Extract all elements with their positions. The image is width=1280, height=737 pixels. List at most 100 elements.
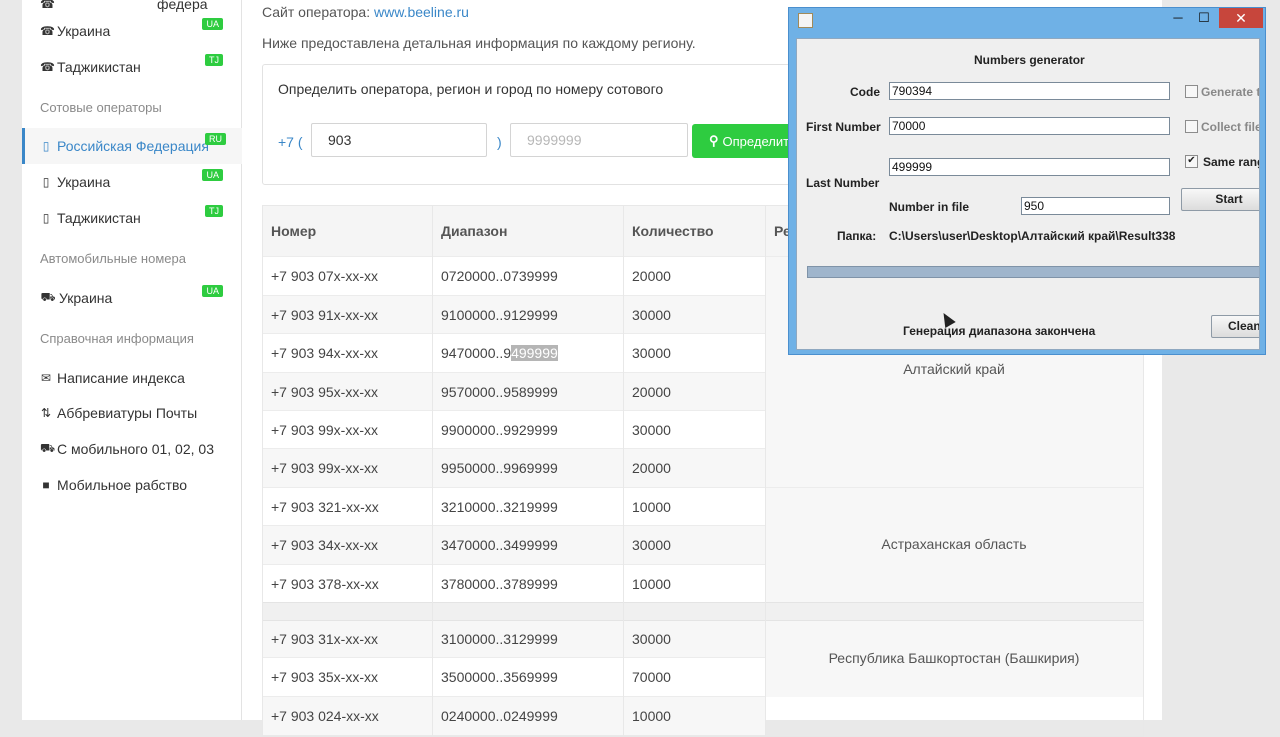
- table-row: +7 903 024-xx-xx 0240000..0249999 10000: [263, 696, 765, 735]
- group-separator: [263, 602, 1143, 621]
- country-badge: UA: [202, 285, 223, 297]
- cell-count: 20000: [632, 384, 671, 400]
- sidebar-item-label: Написание индекса: [57, 370, 185, 386]
- cell-number: +7 903 321-xx-xx: [271, 499, 379, 515]
- table-row: +7 903 91x-xx-xx 9100000..9129999 30000: [263, 295, 765, 334]
- cell-number: +7 903 378-xx-xx: [271, 576, 379, 592]
- cell-number: +7 903 99x-xx-xx: [271, 460, 378, 476]
- operator-site: Сайт оператора: www.beeline.ru: [262, 4, 469, 20]
- cell-count: 30000: [632, 345, 671, 361]
- sidebar-item-label: Таджикистан: [57, 210, 141, 226]
- lookup-title: Определить оператора, регион и город по …: [278, 81, 664, 97]
- start-button[interactable]: Start: [1181, 188, 1259, 211]
- table-row: +7 903 31x-xx-xx 3100000..3129999 30000: [263, 619, 765, 658]
- minimize-button[interactable]: ─: [1165, 8, 1191, 28]
- mobile-phone-icon: ▯: [42, 175, 50, 189]
- generation-progress-bar: [807, 266, 1259, 278]
- cell-number: +7 903 07x-xx-xx: [271, 268, 378, 284]
- cell-number: +7 903 91x-xx-xx: [271, 307, 378, 323]
- close-button[interactable]: ✕: [1219, 8, 1263, 28]
- cell-count: 30000: [632, 307, 671, 323]
- lock-icon: ■: [42, 478, 50, 492]
- table-row: +7 903 378-xx-xx 3780000..3789999 10000: [263, 564, 765, 603]
- cell-number: +7 903 34x-xx-xx: [271, 537, 378, 553]
- generate-checkbox[interactable]: [1185, 85, 1198, 98]
- sidebar-item-tajikistan-phone[interactable]: ☎ Таджикистан TJ: [22, 49, 241, 85]
- country-badge: TJ: [205, 205, 223, 217]
- number-in-file-field[interactable]: 950: [1021, 197, 1170, 215]
- table-row: +7 903 99x-xx-xx 9900000..9929999 30000: [263, 410, 765, 449]
- sidebar-item-label: Украина: [59, 290, 113, 306]
- sidebar-item-label: Аббревиатуры Почты: [57, 405, 198, 421]
- sidebar-item-label: Российская Федерация: [57, 138, 209, 154]
- lookup-button-label: Определить: [722, 133, 796, 149]
- cell-count: 20000: [632, 268, 671, 284]
- last-number-label: Last Number: [806, 176, 880, 190]
- region-label: Алтайский край: [903, 361, 1005, 377]
- search-icon: ⚲: [709, 133, 719, 148]
- sidebar-item-ukraine-mobile[interactable]: ▯ Украина UA: [22, 164, 241, 200]
- status-text: Генерация диапазона закончена: [903, 324, 1096, 338]
- phone-number-input[interactable]: 9999999: [510, 123, 688, 157]
- cell-range: 9470000..9499999: [441, 334, 558, 372]
- cell-number: +7 903 024-xx-xx: [271, 708, 379, 724]
- cell-count: 30000: [632, 422, 671, 438]
- region-label: Республика Башкортостан (Башкирия): [828, 650, 1080, 666]
- table-row: +7 903 95x-xx-xx 9570000..9589999 20000: [263, 372, 765, 411]
- window-titlebar[interactable]: ─ ☐ ✕: [789, 8, 1267, 34]
- table-row: +7 903 94x-xx-xx 9470000..9499999 30000: [263, 333, 765, 372]
- country-badge: UA: [202, 18, 223, 30]
- first-number-field[interactable]: 70000: [889, 117, 1170, 135]
- generator-heading: Numbers generator: [974, 53, 1085, 67]
- region-label: Астраханская область: [881, 536, 1027, 552]
- last-number-field[interactable]: 499999: [889, 158, 1170, 176]
- cell-number: +7 903 31x-xx-xx: [271, 631, 378, 647]
- code-label: Code: [850, 85, 880, 99]
- sidebar-item-label: федера: [157, 0, 208, 12]
- cell-range: 9100000..9129999: [441, 307, 558, 323]
- sidebar-item-postcode[interactable]: ✉ Написание индекса: [22, 360, 241, 396]
- sidebar-item-label: С мобильного 01, 02, 03: [57, 441, 214, 457]
- same-range-label: Same rang: [1203, 155, 1260, 169]
- same-range-checkbox[interactable]: ✔: [1185, 155, 1198, 168]
- ambulance-icon: ⛟: [40, 441, 56, 455]
- maximize-button[interactable]: ☐: [1191, 8, 1217, 28]
- sidebar-item-russia-mobile[interactable]: ▯ Российская Федерация RU: [22, 128, 244, 164]
- col-header-count: Количество: [623, 206, 765, 256]
- cell-count: 30000: [632, 631, 671, 647]
- country-prefix: +7 (: [278, 134, 303, 150]
- mobile-phone-icon: ▯: [42, 139, 50, 153]
- phone-icon: ☎: [40, 60, 55, 74]
- envelope-icon: ✉: [40, 371, 52, 385]
- col-header-number: Номер: [263, 206, 432, 256]
- mobile-phone-icon: ▯: [42, 211, 50, 225]
- collect-file-checkbox[interactable]: [1185, 120, 1198, 133]
- progress-fill: [808, 267, 1259, 277]
- sidebar-item-mobile-slavery[interactable]: ■ Мобильное рабство: [22, 467, 241, 503]
- code-field[interactable]: 790394: [889, 82, 1170, 100]
- sidebar-item-emergency[interactable]: ⛟ С мобильного 01, 02, 03: [22, 431, 241, 467]
- sidebar-item-abbreviations[interactable]: ⇅ Аббревиатуры Почты: [22, 395, 241, 431]
- col-header-range: Диапазон: [432, 206, 623, 256]
- phone-icon: ☎: [40, 0, 55, 11]
- sidebar: ☎ федера ☎ Украина UA ☎ Таджикистан TJ С…: [22, 0, 244, 720]
- folder-path: C:\Users\user\Desktop\Алтайский край\Res…: [889, 229, 1176, 243]
- cell-number: +7 903 35x-xx-xx: [271, 669, 378, 685]
- sidebar-item-label: Мобильное рабство: [57, 477, 188, 493]
- table-row: +7 903 321-xx-xx 3210000..3219999 10000: [263, 487, 765, 526]
- section-heading-reference: Справочная информация: [40, 331, 194, 346]
- collect-file-label: Collect file: [1201, 120, 1260, 134]
- sidebar-item-tajikistan-mobile[interactable]: ▯ Таджикистан TJ: [22, 200, 241, 236]
- cell-count: 10000: [632, 499, 671, 515]
- operator-site-link[interactable]: www.beeline.ru: [374, 4, 469, 20]
- sidebar-item-ukraine-auto[interactable]: ⛟ Украина UA: [22, 280, 241, 316]
- cell-range: 9950000..9969999: [441, 460, 558, 476]
- sort-icon: ⇅: [40, 406, 52, 420]
- operator-code-input[interactable]: 903: [311, 123, 487, 157]
- cell-count: 20000: [632, 460, 671, 476]
- table-row: +7 903 99x-xx-xx 9950000..9969999 20000: [263, 448, 765, 487]
- sidebar-item-label: Украина: [57, 23, 111, 39]
- sidebar-item-ukraine-phone[interactable]: ☎ Украина UA: [22, 13, 241, 49]
- clean-button[interactable]: Clean: [1211, 315, 1259, 338]
- column-divider: [432, 206, 433, 736]
